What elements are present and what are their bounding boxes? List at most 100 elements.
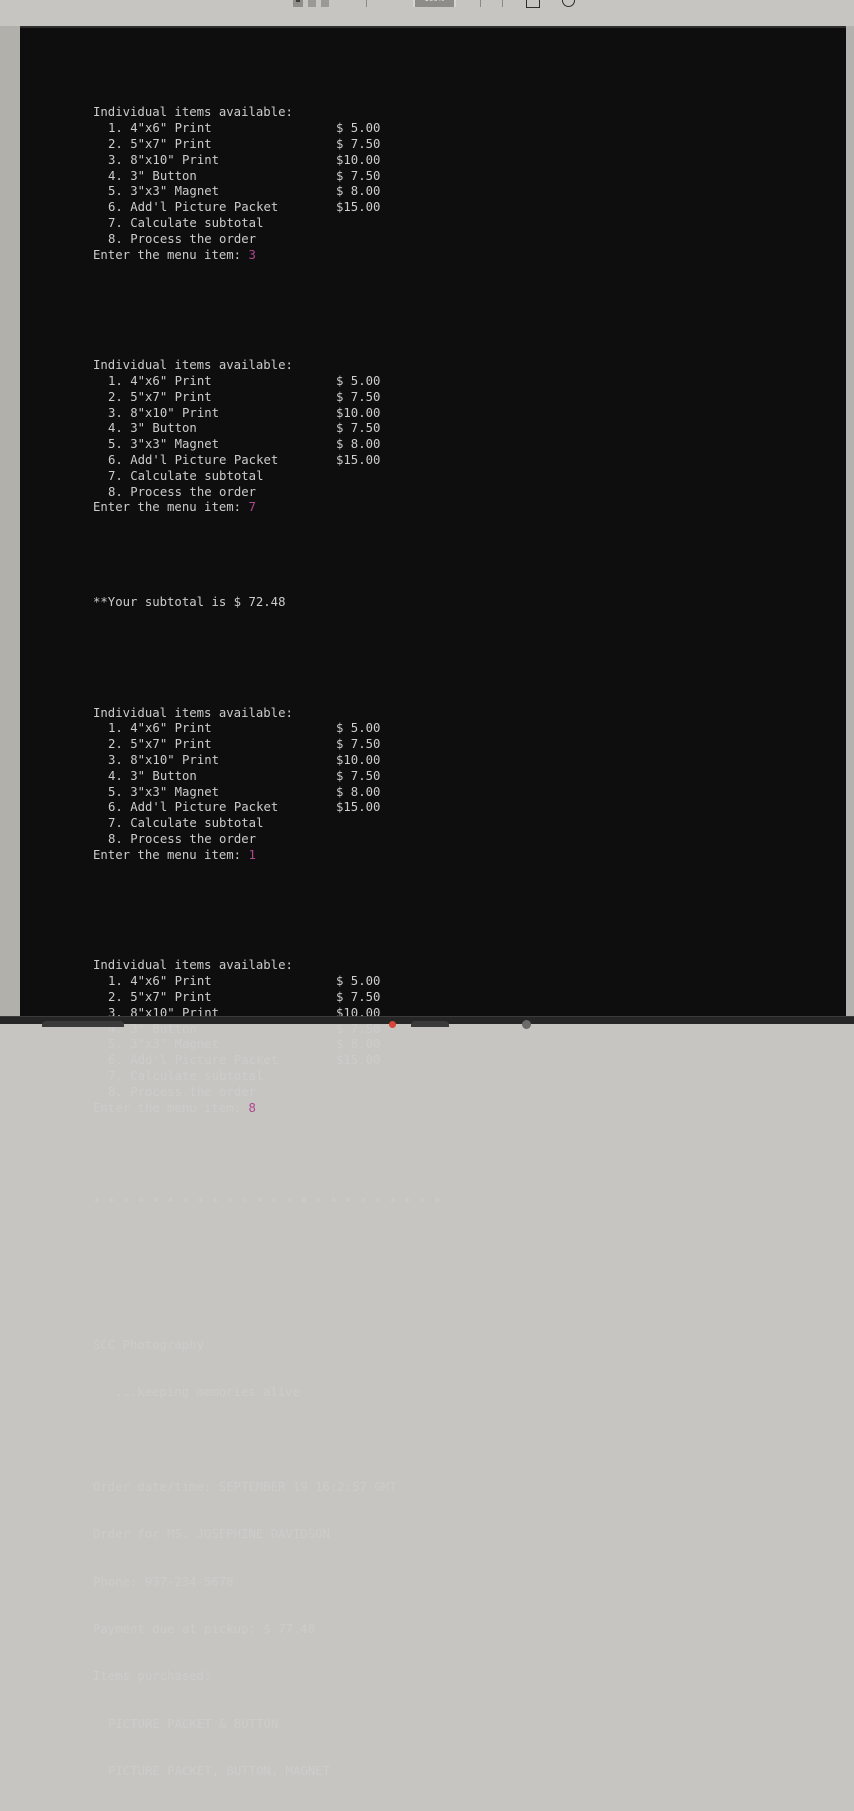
- menu-header: Individual items available:: [93, 705, 293, 720]
- menu-item: 8. Process the order: [93, 832, 441, 848]
- zoom-level-value: 100%: [415, 0, 454, 7]
- menu-item-label: 2. 5"x7" Print: [108, 737, 212, 752]
- menu-item-price: $ 8.00: [336, 184, 381, 199]
- menu-item: 2. 5"x7" Print $ 7.50: [93, 990, 441, 1006]
- toolbar-divider: [480, 0, 481, 7]
- menu-item-price: $15.00: [336, 800, 381, 815]
- prompt-label: Enter the menu item:: [93, 847, 249, 862]
- menu-item: 1. 4"x6" Print $ 5.00: [93, 374, 441, 390]
- menu-item: 5. 3"x3" Magnet $ 8.00: [93, 785, 441, 801]
- menu-item: 1. 4"x6" Print $ 5.00: [93, 721, 441, 737]
- menu-item: 5. 3"x3" Magnet $ 8.00: [93, 437, 441, 453]
- console-window: Individual items available: 1. 4"x6" Prin…: [20, 26, 846, 1778]
- menu-item-label: 3. 8"x10" Print: [108, 152, 220, 167]
- menu-item: 6. Add'l Picture Packet $15.00: [93, 1053, 441, 1069]
- menu-item-price: $ 8.00: [336, 1037, 381, 1052]
- menu-item-price: $ 7.50: [336, 421, 381, 436]
- menu-header: Individual items available:: [93, 958, 293, 973]
- page-thumbnail-icon[interactable]: [308, 0, 316, 7]
- menu-item-label: 4. 3" Button: [108, 768, 197, 783]
- menu-item: 7. Calculate subtotal: [93, 469, 441, 485]
- menu-item-price: $ 7.50: [336, 389, 381, 404]
- menu-item: 1. 4"x6" Print $ 5.00: [93, 121, 441, 137]
- page-thumbnail-icon[interactable]: [293, 0, 303, 7]
- menu-item-label: 8. Process the order: [108, 231, 257, 246]
- menu-item: 8. Process the order: [93, 485, 441, 501]
- menu-item-label: 1. 4"x6" Print: [108, 121, 212, 136]
- menu-item: 6. Add'l Picture Packet $15.00: [93, 200, 441, 216]
- menu-item-price: $10.00: [336, 152, 381, 167]
- menu-item: 6. Add'l Picture Packet $15.00: [93, 800, 441, 816]
- menu-item-label: 7. Calculate subtotal: [108, 1069, 264, 1083]
- menu-input-value: 8: [248, 1100, 256, 1115]
- menu-item: 7. Calculate subtotal: [93, 1069, 441, 1085]
- menu-item-label: 7. Calculate subtotal: [108, 215, 264, 230]
- order-datetime: Order date/time: SEPTEMBER 19 16:2:57 GM…: [93, 1479, 397, 1494]
- menu-item-label: 1. 4"x6" Print: [108, 721, 212, 736]
- taskbar-search[interactable]: [42, 1021, 124, 1027]
- download-icon[interactable]: [526, 0, 540, 8]
- menu-item: 2. 5"x7" Print $ 7.50: [93, 137, 441, 153]
- menu-item: 7. Calculate subtotal: [93, 216, 441, 232]
- menu-item-label: 6. Add'l Picture Packet: [108, 200, 279, 215]
- menu-item-label: 3. 8"x10" Print: [108, 753, 220, 768]
- menu-item: 7. Calculate subtotal: [93, 816, 441, 832]
- menu-item-label: 1. 4"x6" Print: [108, 974, 212, 989]
- company-name: SCC Photography: [93, 1337, 205, 1352]
- menu-item-label: 5. 3"x3" Magnet: [108, 1037, 220, 1052]
- prompt-label: Enter the menu item:: [93, 1100, 249, 1115]
- menu-item-label: 5. 3"x3" Magnet: [108, 437, 220, 452]
- menu-item: 5. 3"x3" Magnet $ 8.00: [93, 1037, 441, 1053]
- menu-item: 1. 4"x6" Print $ 5.00: [93, 974, 441, 990]
- menu-item: 3. 8"x10" Print $10.00: [93, 406, 441, 422]
- taskbar: [0, 1016, 854, 1029]
- menu-block: Individual items available: 1. 4"x6" Prin…: [93, 358, 441, 516]
- menu-block: Individual items available: 1. 4"x6" Prin…: [93, 706, 441, 864]
- menu-item-label: 5. 3"x3" Magnet: [108, 184, 220, 199]
- menu-item-price: $ 7.50: [336, 990, 381, 1005]
- menu-item-label: 4. 3" Button: [108, 421, 197, 436]
- menu-item: 2. 5"x7" Print $ 7.50: [93, 737, 441, 753]
- menu-item-price: $ 7.50: [336, 168, 381, 183]
- scrollbar[interactable]: [846, 26, 854, 1016]
- menu-item-price: $10.00: [336, 405, 381, 420]
- page-thumbnail-icon[interactable]: [321, 0, 329, 7]
- menu-item-label: 6. Add'l Picture Packet: [108, 1053, 279, 1068]
- purchased-item: PICTURE PACKET, BUTTON, MAGNET: [108, 1764, 331, 1779]
- menu-item-label: 7. Calculate subtotal: [108, 816, 264, 831]
- menu-item-price: $ 8.00: [336, 784, 381, 799]
- zoom-level-field[interactable]: 100%: [413, 0, 456, 7]
- menu-prompt: Enter the menu item: 7: [93, 500, 441, 516]
- prompt-label: Enter the menu item:: [93, 500, 249, 515]
- menu-item-price: $ 7.50: [336, 136, 381, 151]
- menu-item-price: $ 7.50: [336, 737, 381, 752]
- taskbar-app-button[interactable]: [411, 1021, 449, 1027]
- menu-item: 5. 3"x3" Magnet $ 8.00: [93, 184, 441, 200]
- menu-item-price: $ 8.00: [336, 437, 381, 452]
- menu-item-price: $15.00: [336, 452, 381, 467]
- menu-item: 8. Process the order: [93, 232, 441, 248]
- toolbar-divider: [366, 0, 367, 7]
- menu-item-label: 6. Add'l Picture Packet: [108, 800, 279, 815]
- prompt-label: Enter the menu item:: [93, 247, 249, 262]
- menu-header: Individual items available:: [93, 105, 293, 120]
- company-tagline: ...keeping memories alive: [115, 1384, 301, 1399]
- items-purchased-header: Items purchased:: [93, 1669, 212, 1684]
- purchased-item: PICTURE PACKET & BUTTON: [108, 1716, 279, 1731]
- menu-item-price: $ 7.50: [336, 768, 381, 783]
- menu-item: 3. 8"x10" Print $10.00: [93, 753, 441, 769]
- menu-item-label: 8. Process the order: [108, 484, 257, 499]
- payment-due: Payment due at pickup: $ 77.48: [93, 1621, 316, 1636]
- viewer-toolbar: 100%: [0, 0, 854, 26]
- menu-block: Individual items available: 1. 4"x6" Prin…: [93, 105, 441, 263]
- rotate-icon[interactable]: [562, 0, 575, 7]
- menu-item: 3. 8"x10" Print $10.00: [93, 153, 441, 169]
- menu-item-label: 2. 5"x7" Print: [108, 389, 212, 404]
- menu-item-label: 8. Process the order: [108, 1084, 257, 1099]
- menu-item-price: $15.00: [336, 1053, 381, 1068]
- taskbar-app-icon[interactable]: [522, 1020, 531, 1029]
- left-margin: [0, 26, 20, 1016]
- subtotal-line: **Your subtotal is $ 72.48: [93, 595, 286, 610]
- menu-item-label: 5. 3"x3" Magnet: [108, 784, 220, 799]
- menu-input-value: 1: [248, 847, 256, 862]
